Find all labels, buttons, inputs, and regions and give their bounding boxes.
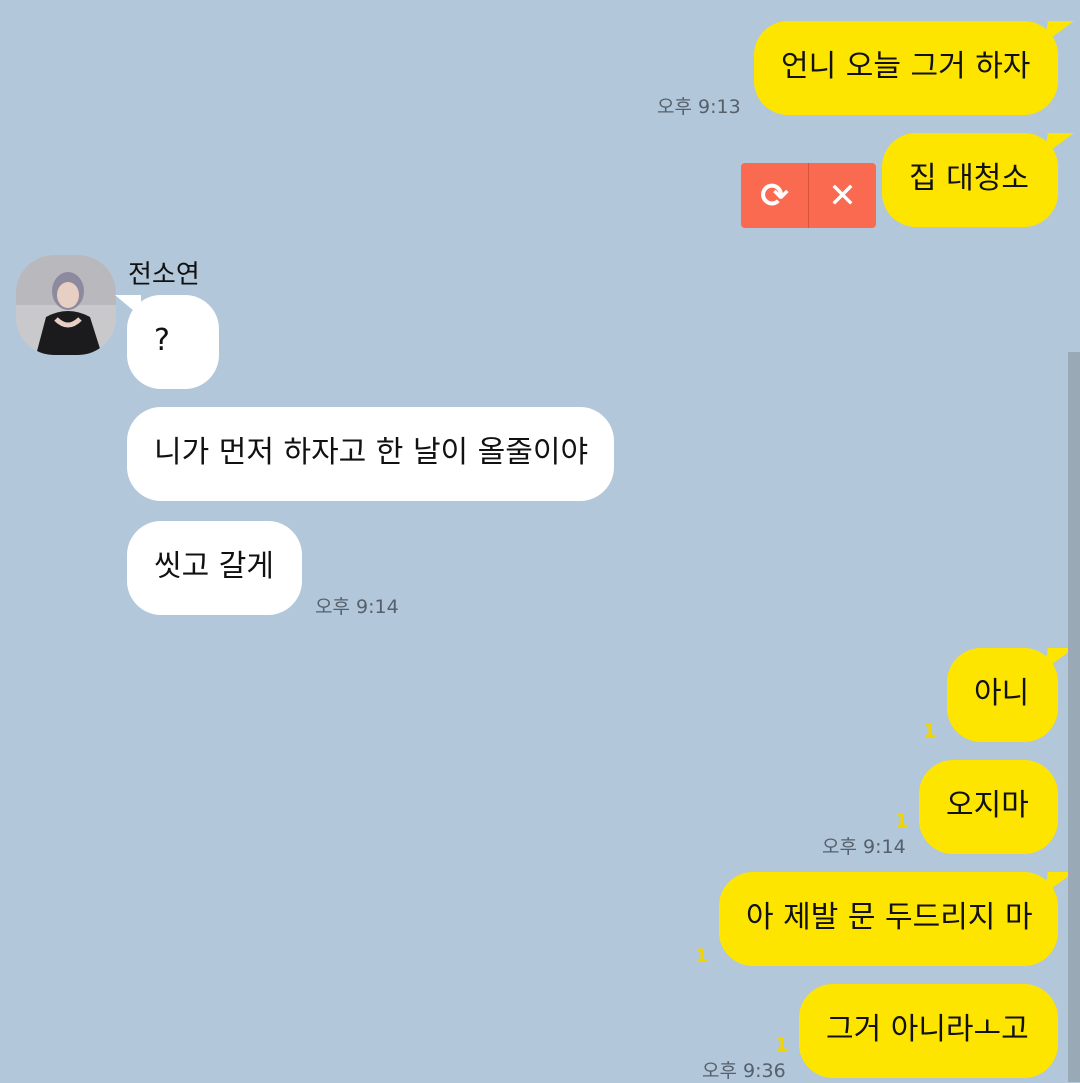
message-time: 오후 9:36 xyxy=(702,1060,786,1082)
scrollbar[interactable] xyxy=(1068,352,1080,1082)
message-bubble-theirs[interactable]: ? xyxy=(115,295,219,389)
message-text: 아니 xyxy=(974,676,1030,711)
retry-icon[interactable]: ⟳ xyxy=(741,163,808,228)
message-text: 집 대청소 xyxy=(909,161,1029,196)
unread-count: 1 xyxy=(895,810,909,832)
sender-name: 전소연 xyxy=(128,260,200,290)
unread-count: 1 xyxy=(923,720,937,742)
message-time: 오후 9:14 xyxy=(315,596,399,618)
message-bubble-theirs[interactable]: 씻고 갈게 xyxy=(127,521,302,615)
message-text: 씻고 갈게 xyxy=(154,549,274,584)
message-time: 오후 9:14 xyxy=(822,836,906,858)
message-bubble-mine[interactable]: 아니 xyxy=(947,648,1058,742)
message-bubble-theirs[interactable]: 니가 먼저 하자고 한 날이 올줄이야 xyxy=(127,407,614,501)
message-bubble-mine[interactable]: 오지마 xyxy=(919,760,1058,854)
unread-count: 1 xyxy=(775,1034,789,1056)
message-text: 그거 아니라ㅗ고 xyxy=(826,1012,1029,1047)
message-bubble-mine[interactable]: 아 제발 문 두드리지 마 xyxy=(719,872,1058,966)
message-text: 아 제발 문 두드리지 마 xyxy=(746,900,1033,935)
message-text: ? xyxy=(154,323,170,358)
message-text: 오지마 xyxy=(946,788,1029,823)
failed-send-actions: ⟳ ✕ xyxy=(741,163,876,228)
message-text: 언니 오늘 그거 하자 xyxy=(781,49,1031,84)
profile-photo xyxy=(16,255,116,355)
avatar[interactable] xyxy=(16,255,116,355)
message-text: 니가 먼저 하자고 한 날이 올줄이야 xyxy=(154,435,589,470)
message-bubble-mine[interactable]: 언니 오늘 그거 하자 xyxy=(754,21,1058,115)
unread-count: 1 xyxy=(695,945,709,967)
message-time: 오후 9:13 xyxy=(657,96,741,118)
message-bubble-mine[interactable]: 집 대청소 xyxy=(882,133,1058,227)
message-bubble-mine[interactable]: 그거 아니라ㅗ고 xyxy=(799,984,1058,1078)
close-icon[interactable]: ✕ xyxy=(809,163,876,228)
